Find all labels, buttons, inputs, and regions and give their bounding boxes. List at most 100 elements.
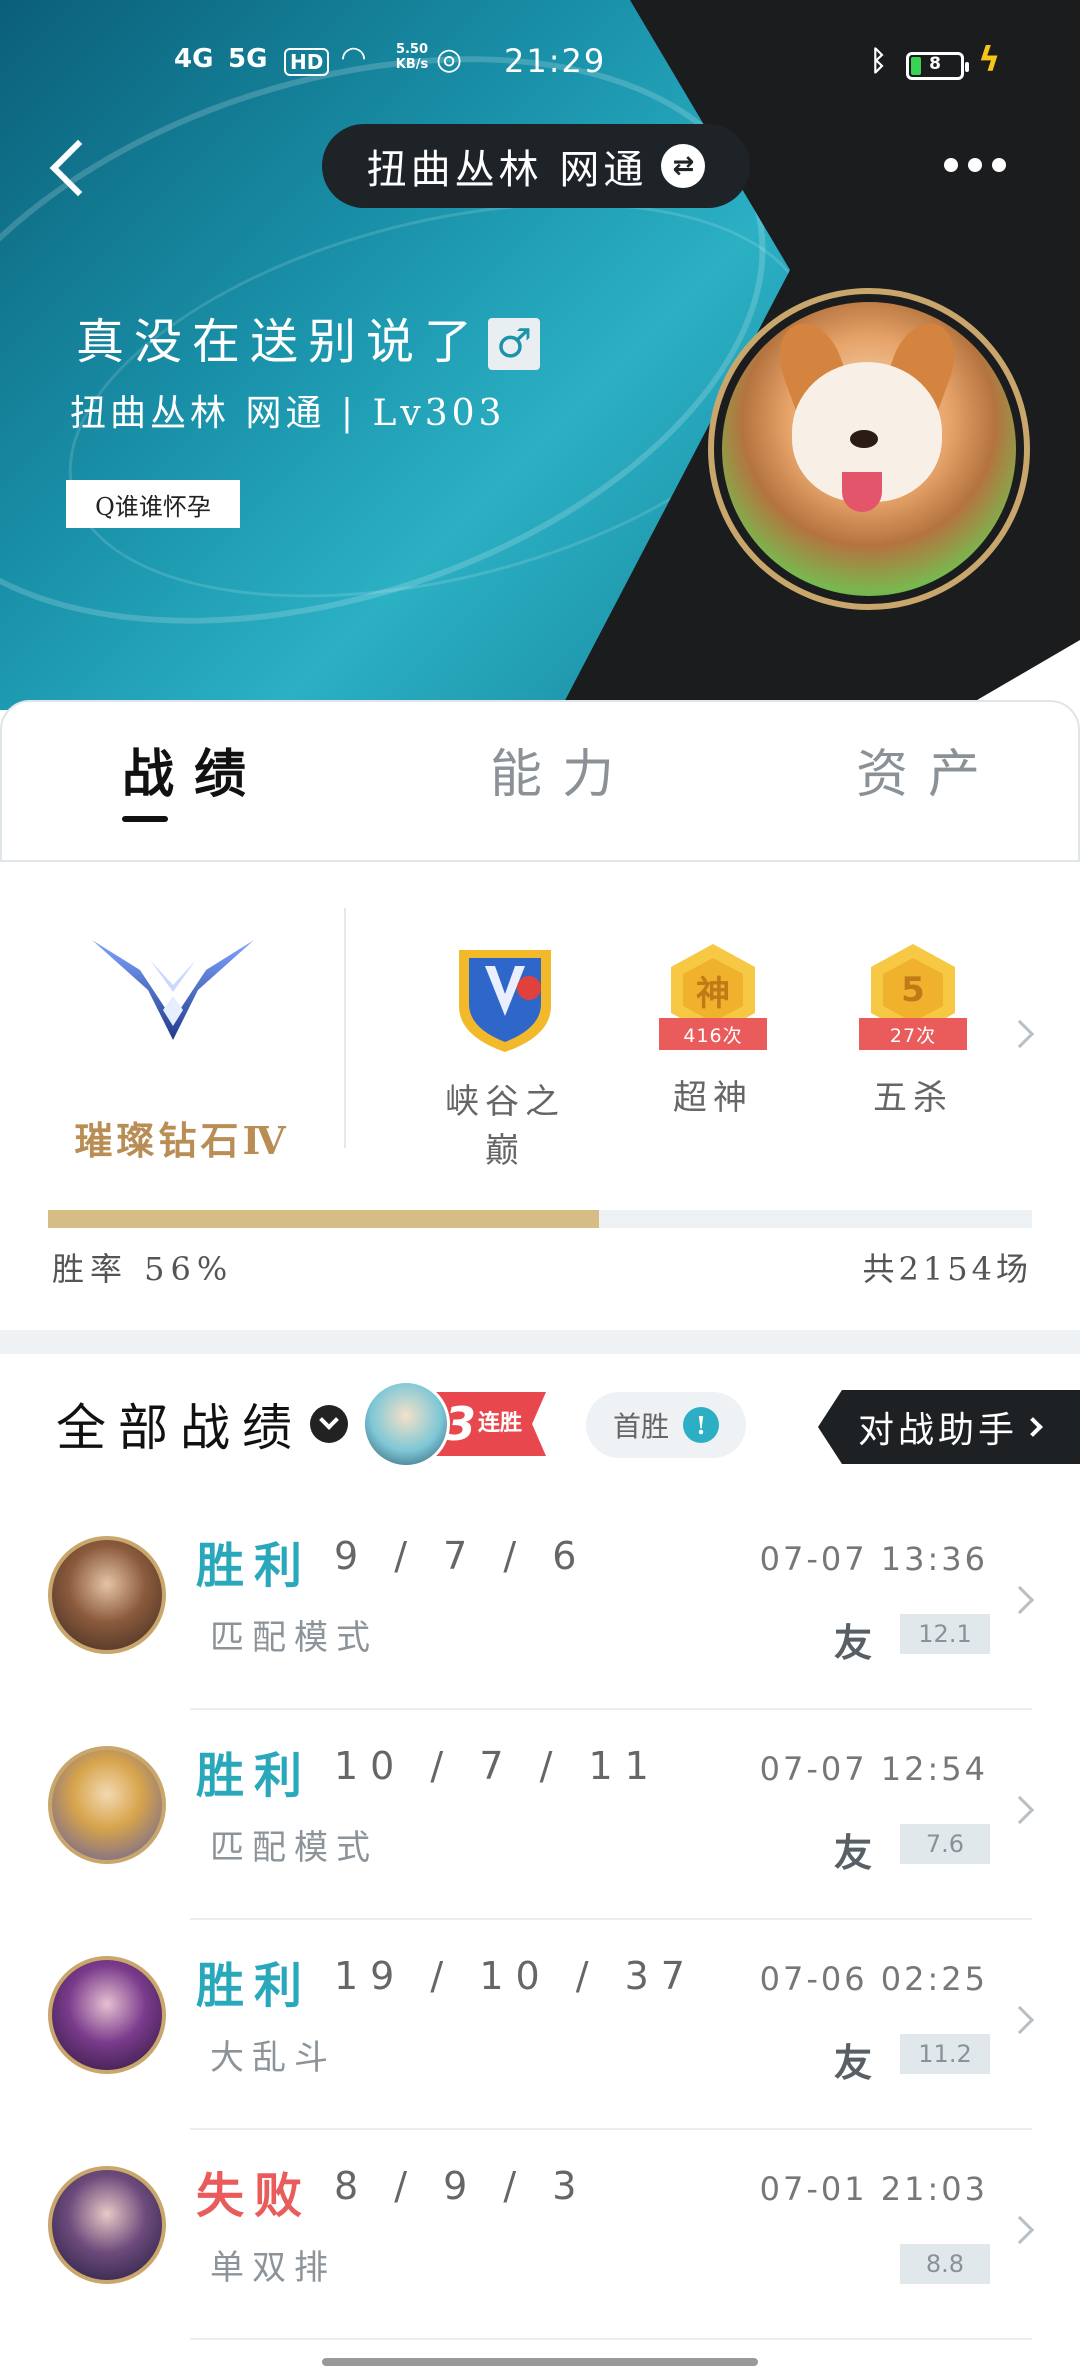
server-switch-pill[interactable]: 扭曲丛林 网通 ⇄ — [322, 124, 750, 208]
match-row[interactable]: 胜利 10 / 7 / 11 匹配模式 07-07 12:54 友 7.6 — [0, 1710, 1080, 1920]
rank-name: 璀璨钻石Ⅳ — [74, 1118, 290, 1163]
male-gender-icon: ♂ — [488, 318, 540, 370]
player-avatar[interactable] — [708, 288, 1030, 610]
match-kda: 9 / 7 / 6 — [334, 1534, 589, 1578]
win-rate-label: 胜率 56% — [52, 1250, 234, 1288]
match-time: 07-06 02:25 — [759, 1960, 988, 1998]
honor-pentakill-label: 五杀 — [873, 1078, 953, 1118]
chevron-right-icon — [1005, 2005, 1035, 2035]
match-result: 胜利 — [196, 1958, 313, 2014]
champion-avatar — [48, 2166, 166, 2284]
friend-tag: 友 — [834, 2040, 873, 2085]
friend-tag: 友 — [834, 1830, 873, 1875]
match-result: 胜利 — [196, 1538, 313, 1594]
honor-summit[interactable]: 峡谷之巅 — [430, 936, 580, 1172]
match-score: 7.6 — [900, 1824, 990, 1864]
swap-icon[interactable]: ⇄ — [661, 144, 706, 188]
match-mode: 匹配模式 — [210, 1618, 378, 1658]
wechat-icon: ◎ — [436, 42, 463, 77]
back-button[interactable] — [40, 130, 100, 210]
chevron-right-icon — [1005, 1585, 1035, 1615]
streak-avatar — [362, 1380, 450, 1468]
profile-header: 4G 5G HD ◠ 5.50 KB/s ◎ 21:29 ᛒ 8 ϟ 扭曲丛林 … — [0, 0, 1080, 710]
records-title: 全部战绩 — [56, 1399, 304, 1457]
battery-icon: 8 — [906, 52, 969, 80]
friend-tag: 友 — [834, 1620, 873, 1665]
match-kda: 10 / 7 / 11 — [334, 1744, 661, 1788]
tab-ability[interactable]: 能力 — [490, 732, 634, 807]
network-speed: 5.50 KB/s — [395, 42, 429, 72]
match-row[interactable]: 失败 8 / 9 / 3 单双排 07-01 21:03 8.8 — [0, 2130, 1080, 2340]
honors-more-chevron-icon[interactable] — [1005, 1019, 1035, 1049]
honor-summit-label: 峡谷之巅 — [445, 1082, 565, 1171]
total-games: 共2154场 — [862, 1250, 1032, 1288]
more-dot-icon — [944, 158, 958, 172]
summit-shield-icon — [459, 950, 551, 1052]
signature-tag[interactable]: Q谁谁怀孕 — [66, 480, 240, 528]
signal-5g-icon: 5G — [228, 44, 268, 74]
win-rate-fill — [48, 1210, 600, 1228]
match-score: 8.8 — [900, 2244, 990, 2284]
win-streak-badge[interactable]: 3 连胜 — [358, 1378, 548, 1470]
section-divider — [0, 1330, 1080, 1354]
match-kda: 19 / 10 / 37 — [334, 1954, 697, 1998]
battle-assistant-label: 对战助手 — [858, 1410, 1019, 1451]
champion-avatar — [48, 1956, 166, 2074]
match-result: 失败 — [196, 2168, 313, 2224]
more-button[interactable] — [944, 150, 1014, 180]
pentakill-count: 27次 — [859, 1018, 967, 1050]
champion-avatar — [48, 1746, 166, 1864]
champion-avatar — [48, 1536, 166, 1654]
charging-bolt-icon: ϟ — [978, 40, 1001, 80]
signal-4g-icon: 4G — [174, 44, 214, 74]
status-time: 21:29 — [504, 42, 607, 80]
home-indicator[interactable] — [322, 2358, 758, 2366]
chevron-right-icon — [1023, 1417, 1043, 1437]
match-mode: 匹配模式 — [210, 1828, 378, 1868]
match-result: 胜利 — [196, 1748, 313, 1804]
page-title: 扭曲丛林 网通 — [366, 147, 648, 193]
win-rate-bar — [48, 1210, 1032, 1228]
first-win-label: 首胜 — [612, 1410, 669, 1443]
status-bar: 4G 5G HD ◠ 5.50 KB/s ◎ 21:29 ᛒ 8 ϟ — [0, 34, 1080, 94]
chevron-down-icon[interactable] — [310, 1405, 348, 1443]
match-score: 11.2 — [900, 2034, 990, 2074]
battle-assistant-button[interactable]: 对战助手 — [818, 1390, 1080, 1464]
pentakill-badge-icon: 5 27次 — [853, 936, 973, 1056]
records-filter[interactable]: 全部战绩 — [56, 1388, 348, 1460]
match-mode: 单双排 — [210, 2248, 336, 2288]
player-nickname: 真没在送别说了 — [76, 314, 483, 370]
chevron-right-icon — [1005, 1795, 1035, 1825]
diamond-rank-emblem-icon[interactable] — [88, 930, 258, 1050]
row-divider — [190, 2338, 1032, 2340]
godlike-badge-icon: 神 416次 — [653, 936, 773, 1056]
profile-tabs: 战绩 能力 资产 — [0, 700, 1080, 862]
match-mode: 大乱斗 — [210, 2038, 336, 2078]
honor-godlike[interactable]: 神 416次 超神 — [638, 936, 788, 1119]
match-time: 07-07 13:36 — [759, 1540, 988, 1578]
match-kda: 8 / 9 / 3 — [334, 2164, 589, 2208]
match-time: 07-07 12:54 — [759, 1750, 988, 1788]
honor-pentakill[interactable]: 5 27次 五杀 — [838, 936, 988, 1119]
tab-record[interactable]: 战绩 — [122, 732, 266, 822]
corgi-avatar-image — [722, 302, 1016, 596]
more-dot-icon — [992, 158, 1006, 172]
match-time: 07-01 21:03 — [759, 2170, 988, 2208]
rank-divider — [344, 908, 346, 1148]
battery-level: 8 — [929, 54, 941, 74]
info-icon[interactable]: ! — [683, 1407, 719, 1443]
chevron-right-icon — [1005, 2215, 1035, 2245]
more-dot-icon — [968, 158, 982, 172]
match-row[interactable]: 胜利 9 / 7 / 6 匹配模式 07-07 13:36 友 12.1 — [0, 1500, 1080, 1710]
server-level: 扭曲丛林 网通 | Lv303 — [70, 393, 506, 434]
match-score: 12.1 — [900, 1614, 990, 1654]
hd-icon: HD — [284, 48, 330, 76]
bluetooth-icon: ᛒ — [870, 44, 887, 77]
first-win-button[interactable]: 首胜 ! — [586, 1392, 746, 1458]
streak-text: 连胜 — [478, 1411, 523, 1436]
tab-assets[interactable]: 资产 — [856, 732, 1000, 807]
godlike-count: 416次 — [659, 1018, 767, 1050]
wifi-icon: ◠ — [342, 40, 366, 75]
honor-godlike-label: 超神 — [673, 1078, 753, 1118]
match-row[interactable]: 胜利 19 / 10 / 37 大乱斗 07-06 02:25 友 11.2 — [0, 1920, 1080, 2130]
